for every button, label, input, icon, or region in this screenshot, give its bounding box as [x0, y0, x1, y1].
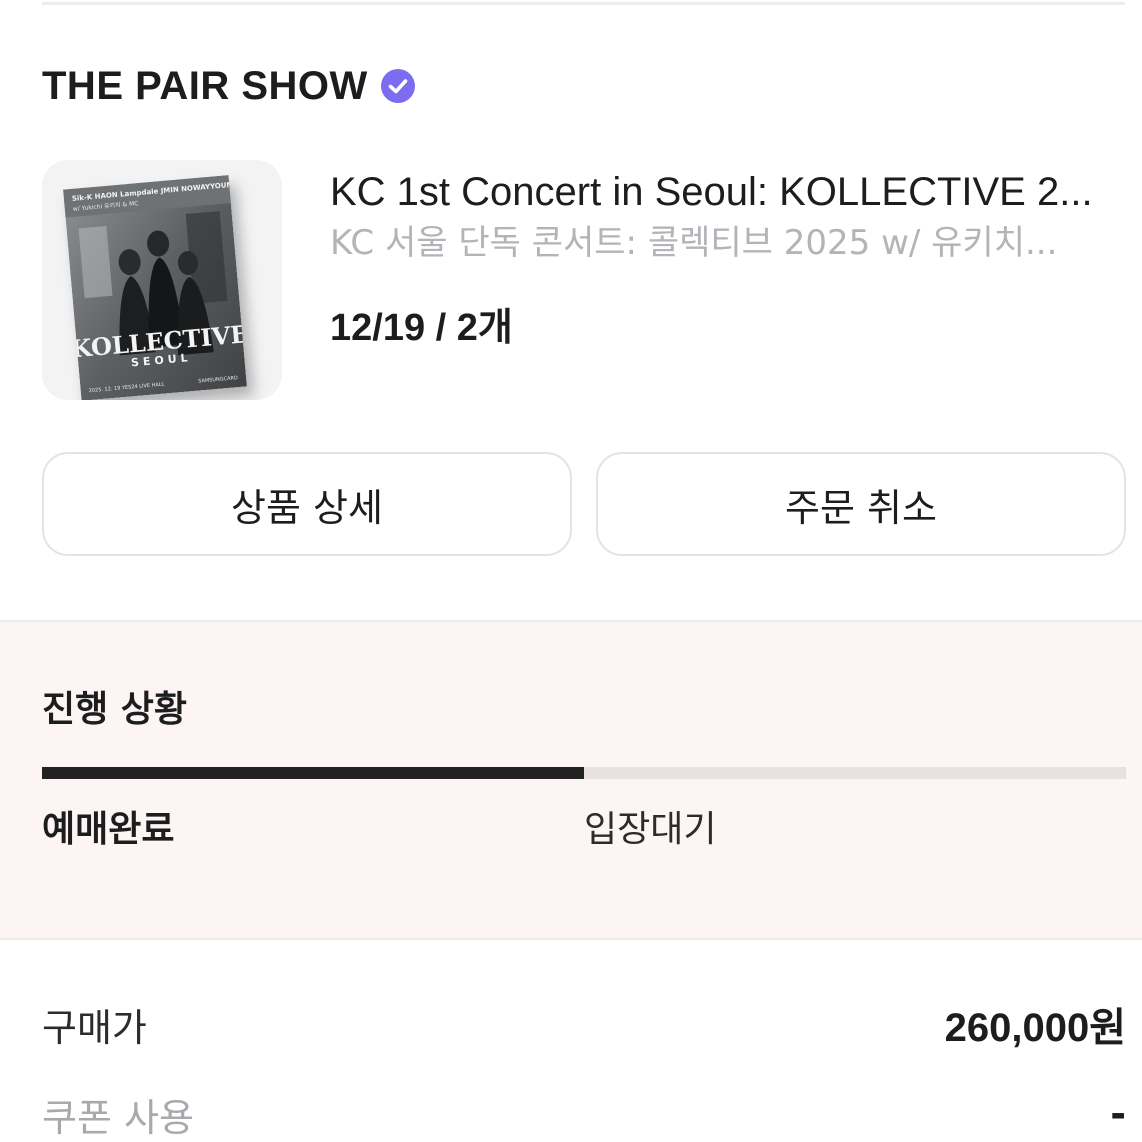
progress-step-booked: 예매완료: [42, 809, 175, 850]
product-thumbnail[interactable]: Sik-K HAON Lampdale JMIN NOWAYYOUNG w/ Y…: [42, 160, 282, 400]
purchase-price-row: 구매가 260,000원: [42, 994, 1126, 1054]
progress-bar: [42, 767, 1126, 779]
product-title[interactable]: KC 1st Concert in Seoul: KOLLECTIVE 2...: [330, 166, 1126, 218]
purchase-price-value: 260,000원: [944, 1006, 1126, 1050]
product-detail-button[interactable]: 상품 상세: [42, 452, 572, 556]
coupon-value: -: [1110, 1092, 1126, 1136]
product-card[interactable]: Sik-K HAON Lampdale JMIN NOWAYYOUNG w/ Y…: [42, 160, 1126, 400]
product-info[interactable]: KC 1st Concert in Seoul: KOLLECTIVE 2...…: [330, 166, 1126, 351]
coupon-row: 쿠폰 사용 -: [42, 1084, 1126, 1142]
shop-header[interactable]: THE PAIR SHOW: [42, 58, 416, 114]
progress-bar-fill: [42, 767, 584, 779]
progress-title: 진행 상황: [42, 689, 188, 730]
shop-name[interactable]: THE PAIR SHOW: [42, 64, 368, 109]
action-buttons: 상품 상세 주문 취소: [42, 452, 1126, 558]
product-subtitle: KC 서울 단독 콘서트: 콜렉티브 2025 w/ 유키치...: [330, 223, 1058, 263]
divider: [42, 2, 1125, 5]
coupon-label: 쿠폰 사용: [42, 1095, 194, 1140]
progress-step-waiting: 입장대기: [584, 809, 717, 850]
order-detail-page: THE PAIR SHOW Sik-K HAON Lampdale JMIN N…: [0, 0, 1142, 1142]
verified-check-icon: [380, 69, 415, 103]
purchase-price-label: 구매가: [42, 1005, 147, 1050]
product-date-quantity: 12/19 / 2개: [330, 307, 513, 349]
concert-poster-image: Sik-K HAON Lampdale JMIN NOWAYYOUNG w/ Y…: [63, 175, 247, 400]
progress-section: 진행 상황 예매완료 입장대기: [0, 620, 1142, 940]
cancel-order-button[interactable]: 주문 취소: [596, 452, 1126, 556]
